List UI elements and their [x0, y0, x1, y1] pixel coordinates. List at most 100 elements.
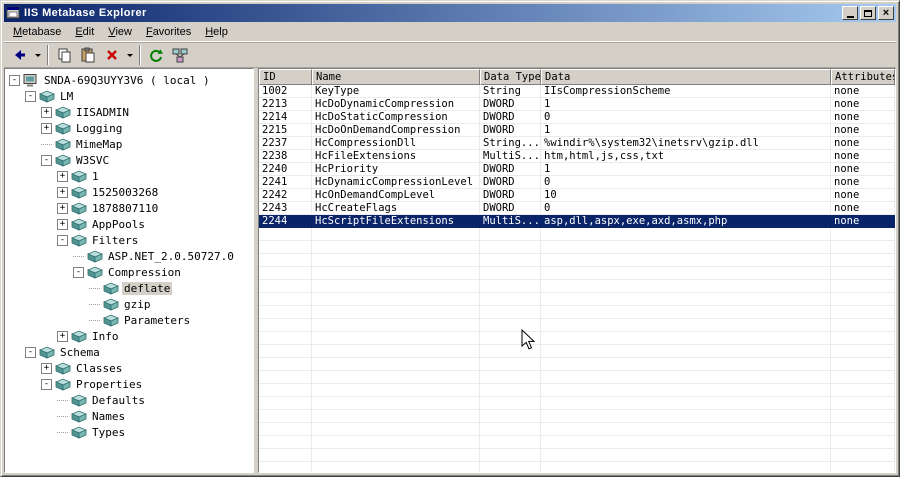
table-cell [480, 319, 541, 332]
table-row[interactable]: 1002 KeyType String IIsCompressionScheme non… [259, 85, 895, 98]
tree-item[interactable]: MimeMap [5, 136, 253, 152]
back-dropdown-button[interactable] [32, 44, 44, 66]
expand-plus-icon[interactable]: + [57, 330, 68, 342]
expand-plus-icon[interactable]: + [57, 186, 68, 198]
collapse-minus-icon[interactable]: - [25, 346, 36, 358]
tree-item[interactable]: Names [5, 408, 253, 424]
titlebar[interactable]: IIS Metabase Explorer × [4, 4, 896, 22]
table-cell: none [831, 111, 895, 124]
collapse-minus-icon[interactable]: - [57, 234, 68, 246]
table-cell: 2237 [259, 137, 312, 150]
expand-plus-icon[interactable]: + [57, 202, 68, 214]
menu-item-help[interactable]: Help [198, 23, 235, 41]
table-row[interactable]: 2240 HcPriority DWORD 1 none [259, 163, 895, 176]
minimize-button[interactable] [842, 6, 858, 20]
expand-plus-icon[interactable]: + [41, 122, 52, 134]
table-row[interactable]: 2215 HcDoOnDemandCompression DWORD 1 none [259, 124, 895, 137]
menu-item-favorites[interactable]: Favorites [139, 23, 198, 41]
table-row[interactable]: 2244 HcScriptFileExtensions MultiS... asp,d… [259, 215, 895, 228]
tree-item[interactable]: + Logging [5, 120, 253, 136]
collapse-minus-icon[interactable]: - [41, 154, 52, 166]
node-icon [102, 282, 120, 295]
expand-plus-icon[interactable]: + [41, 106, 52, 118]
paste-button[interactable] [76, 44, 100, 66]
expand-plus-icon[interactable]: + [41, 362, 52, 374]
tree-item[interactable]: - Compression [5, 264, 253, 280]
table-cell: 1002 [259, 85, 312, 98]
metabase-key-icon [70, 426, 88, 439]
column-header-attributes[interactable]: Attributes [831, 69, 895, 85]
tree-item[interactable]: +1878807110 [5, 200, 253, 216]
back-button[interactable] [8, 44, 32, 66]
table-cell [831, 280, 895, 293]
table-cell [259, 241, 312, 254]
tree-item[interactable]: - SNDA-69Q3UYY3V6 ( local ) [5, 72, 253, 88]
menu-item-edit[interactable]: Edit [68, 23, 101, 41]
table-row[interactable]: 2238 HcFileExtensions MultiS... htm,html,js… [259, 150, 895, 163]
table-row[interactable]: 2241 HcDynamicCompressionLevel DWORD 0 none [259, 176, 895, 189]
tree-item[interactable]: - Filters [5, 232, 253, 248]
tree-connector [73, 255, 84, 257]
tree-item-label: LM [60, 89, 74, 103]
copy-button[interactable] [52, 44, 76, 66]
minimize-icon [846, 16, 854, 18]
tree-item[interactable]: ASP.NET_2.0.50727.0 [5, 248, 253, 264]
tree-item-label: Types [92, 425, 126, 439]
table-row[interactable]: 2213 HcDoDynamicCompression DWORD 1 none [259, 98, 895, 111]
table-cell [312, 358, 480, 371]
table-cell: DWORD [480, 98, 541, 111]
tree-item[interactable]: - LM [5, 88, 253, 104]
table-cell [541, 293, 831, 306]
delete-button[interactable] [100, 44, 124, 66]
table-cell [259, 384, 312, 397]
network-button[interactable] [168, 44, 192, 66]
tree-item[interactable]: Parameters [5, 312, 253, 328]
tree-item[interactable]: +1525003268 [5, 184, 253, 200]
node-icon [70, 186, 88, 199]
tree-item[interactable]: - Schema [5, 344, 253, 360]
tree-item[interactable]: - Properties [5, 376, 253, 392]
menu-item-view[interactable]: View [101, 23, 139, 41]
metabase-key-icon [70, 330, 88, 343]
column-header-data[interactable]: Data [541, 69, 831, 85]
tree-item-label: W3SVC [76, 153, 110, 167]
node-icon [70, 202, 88, 215]
expand-plus-icon[interactable]: + [57, 218, 68, 230]
expand-plus-icon[interactable]: + [57, 170, 68, 182]
table-row[interactable]: 2242 HcOnDemandCompLevel DWORD 10 none [259, 189, 895, 202]
column-header-id[interactable]: ID [259, 69, 312, 85]
table-cell: 2238 [259, 150, 312, 163]
table-cell [259, 332, 312, 345]
column-header-data-type[interactable]: Data Type [480, 69, 541, 85]
collapse-minus-icon[interactable]: - [25, 90, 36, 102]
table-row[interactable]: 2214 HcDoStaticCompression DWORD 0 none [259, 111, 895, 124]
tree-item[interactable]: +1 [5, 168, 253, 184]
tree-item[interactable]: - W3SVC [5, 152, 253, 168]
close-button[interactable]: × [878, 6, 894, 20]
table-cell [480, 228, 541, 241]
table-row[interactable]: 2243 HcCreateFlags DWORD 0 none [259, 202, 895, 215]
tree-item[interactable]: deflate [5, 280, 253, 296]
tree-item[interactable]: + IISADMIN [5, 104, 253, 120]
table-row[interactable]: 2237 HcCompressionDll String... %windir%\sy… [259, 137, 895, 150]
tree-item[interactable]: Types [5, 424, 253, 440]
refresh-button[interactable] [144, 44, 168, 66]
tree-item[interactable]: + Info [5, 328, 253, 344]
tree-item[interactable]: + Classes [5, 360, 253, 376]
maximize-button[interactable] [860, 6, 876, 20]
collapse-minus-icon[interactable]: - [73, 266, 84, 278]
delete-dropdown-button[interactable] [124, 44, 136, 66]
tree-item[interactable]: Defaults [5, 392, 253, 408]
empty-row [259, 410, 895, 423]
table-cell [312, 319, 480, 332]
tree-item[interactable]: + AppPools [5, 216, 253, 232]
tree-item[interactable]: gzip [5, 296, 253, 312]
node-icon [54, 122, 72, 135]
collapse-minus-icon[interactable]: - [9, 74, 20, 86]
menu-item-metabase[interactable]: Metabase [6, 23, 68, 41]
column-header-name[interactable]: Name [312, 69, 480, 85]
collapse-minus-icon[interactable]: - [41, 378, 52, 390]
table-cell [541, 449, 831, 462]
